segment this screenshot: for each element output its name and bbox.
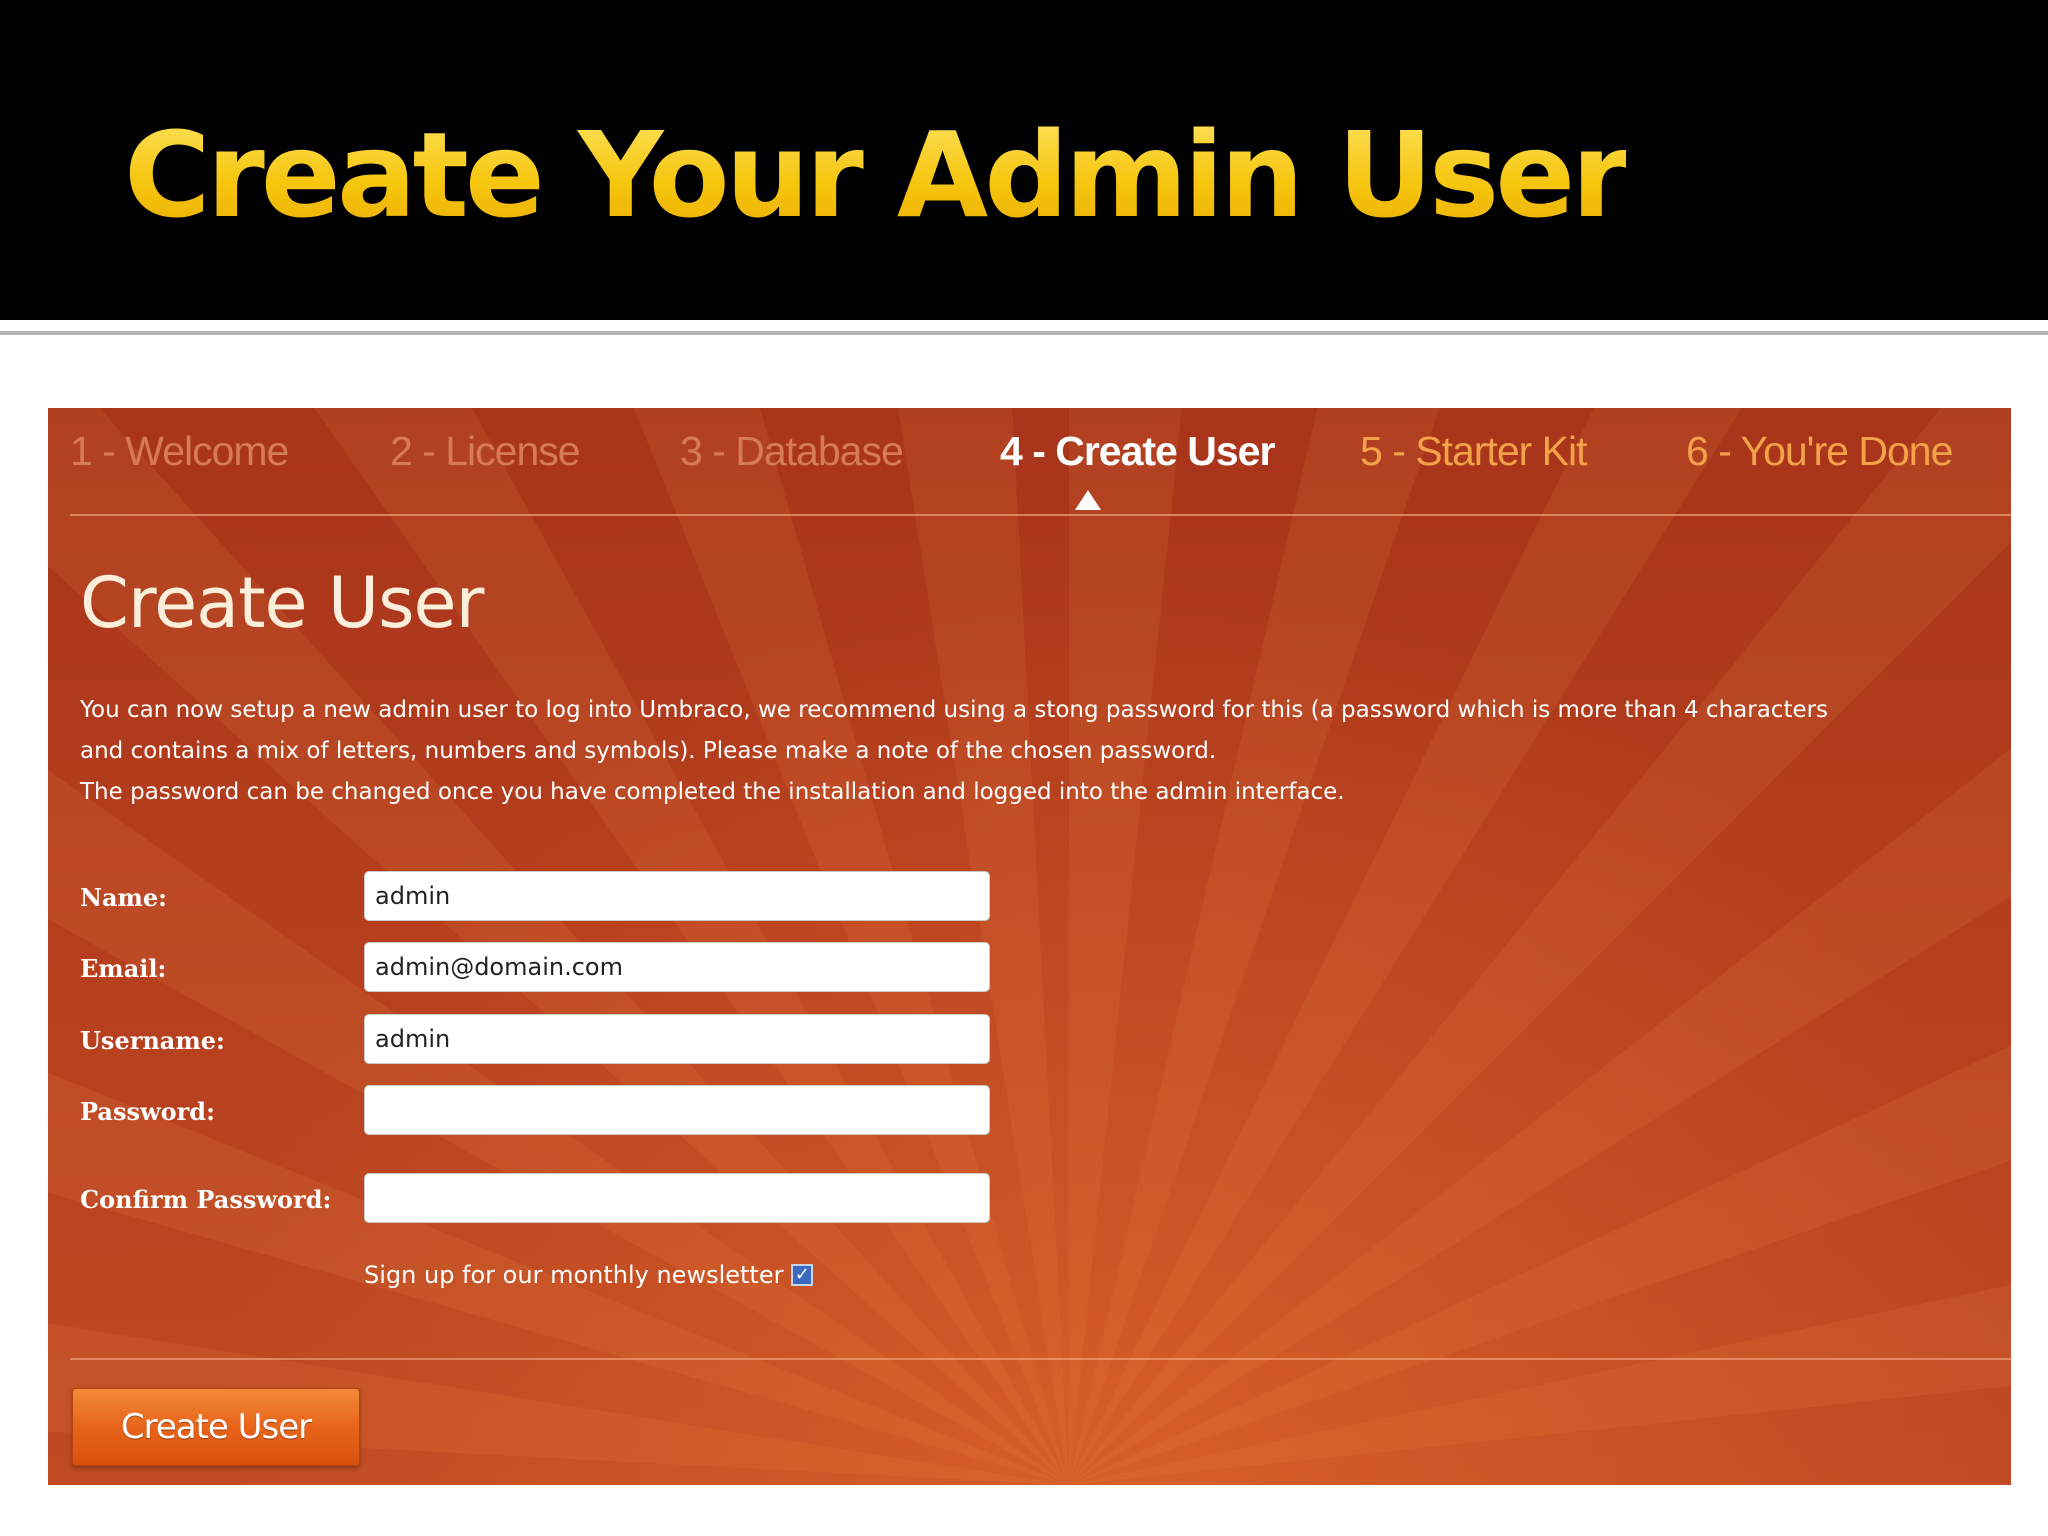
slide-title: Create Your Admin User <box>124 100 1629 250</box>
username-label: Username: <box>80 1026 225 1055</box>
username-field[interactable] <box>364 1014 990 1064</box>
step-create-user[interactable]: 4 - Create User <box>1000 426 1275 476</box>
confirm-password-label: Confirm Password: <box>80 1185 332 1214</box>
installer-screenshot: 1 - Welcome 2 - License 3 - Database 4 -… <box>48 408 2011 1485</box>
newsletter-label: Sign up for our monthly newsletter <box>364 1261 784 1289</box>
name-field[interactable] <box>364 871 990 921</box>
newsletter-option: Sign up for our monthly newsletter ✓ <box>364 1258 814 1292</box>
form-divider <box>70 1358 2011 1360</box>
step-license[interactable]: 2 - License <box>390 426 581 476</box>
step-starter-kit[interactable]: 5 - Starter Kit <box>1360 426 1588 476</box>
password-field[interactable] <box>364 1085 990 1135</box>
name-label: Name: <box>80 883 168 912</box>
title-bar: Create Your Admin User <box>0 0 2048 320</box>
step-welcome[interactable]: 1 - Welcome <box>70 426 289 476</box>
email-label: Email: <box>80 954 167 983</box>
step-database[interactable]: 3 - Database <box>680 426 904 476</box>
intro-paragraph-2: The password can be changed once you hav… <box>80 779 1345 805</box>
steps-divider <box>70 514 2011 516</box>
intro-text: You can now setup a new admin user to lo… <box>80 690 1840 813</box>
title-rule <box>0 331 2048 335</box>
intro-paragraph-1: You can now setup a new admin user to lo… <box>80 697 1829 764</box>
create-user-button[interactable]: Create User <box>72 1388 360 1466</box>
confirm-password-field[interactable] <box>364 1173 990 1223</box>
password-label: Password: <box>80 1097 215 1126</box>
newsletter-checkbox[interactable]: ✓ <box>791 1264 814 1286</box>
current-step-pointer-icon <box>1075 490 1101 510</box>
step-youre-done[interactable]: 6 - You're Done <box>1686 426 1953 476</box>
installer-steps: 1 - Welcome 2 - License 3 - Database 4 -… <box>48 408 2011 514</box>
email-field[interactable] <box>364 942 990 992</box>
page-heading: Create User <box>80 562 484 644</box>
slide: Create Your Admin User 1 - Welcome 2 - L… <box>0 0 2048 1536</box>
